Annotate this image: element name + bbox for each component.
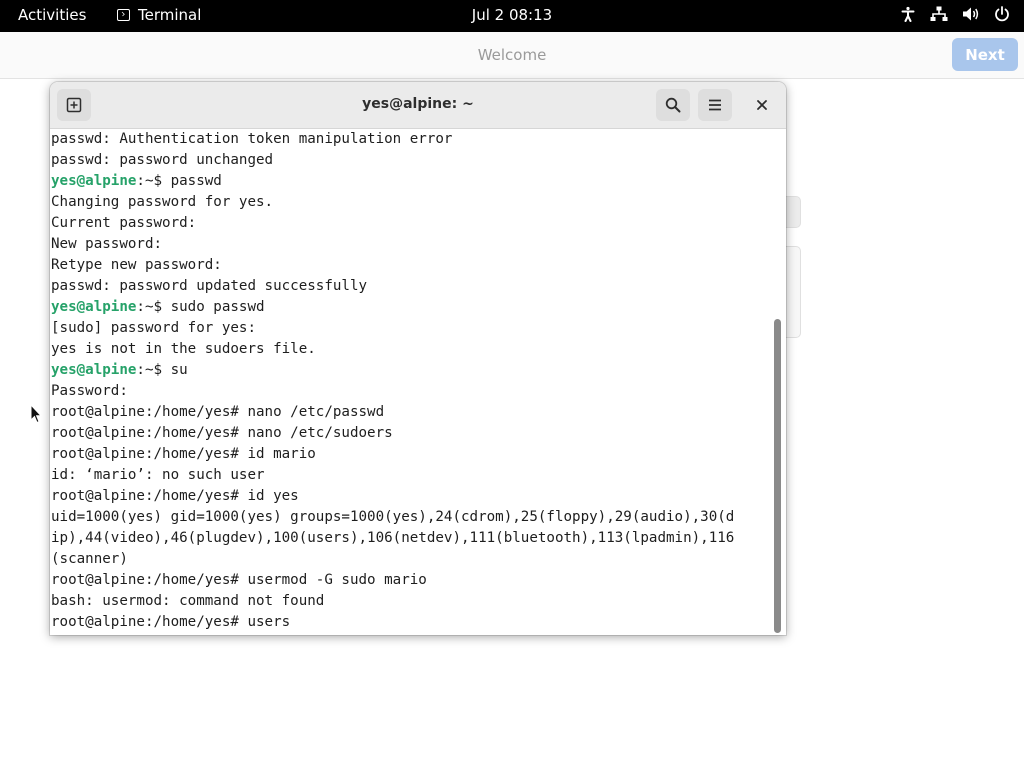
terminal-line: root@alpine:/home/yes# users xyxy=(51,612,771,633)
terminal-line: (scanner) xyxy=(51,549,771,570)
close-icon xyxy=(757,100,767,110)
search-button[interactable] xyxy=(656,89,690,121)
search-icon xyxy=(665,97,681,113)
terminal-line-text: Current password: xyxy=(51,215,197,231)
accessibility-icon[interactable] xyxy=(900,6,916,22)
terminal-line-text: New password: xyxy=(51,236,163,252)
terminal-line-text: :~$ su xyxy=(136,362,188,378)
terminal-line-text: passwd: password updated successfully xyxy=(51,278,368,294)
terminal-line: root@alpine:/home/yes# id yes xyxy=(51,486,771,507)
prompt-user-host: yes@alpine xyxy=(51,173,137,189)
terminal-line-text: id: ‘mario’: no such user xyxy=(51,467,265,483)
terminal-scrollbar[interactable] xyxy=(774,319,781,633)
terminal-line: id: ‘mario’: no such user xyxy=(51,465,771,486)
terminal-line: passwd: Authentication token manipulatio… xyxy=(51,129,771,150)
new-tab-button[interactable] xyxy=(57,89,91,121)
network-icon[interactable] xyxy=(930,6,948,22)
welcome-header: Welcome Next xyxy=(0,32,1024,79)
terminal-line-text: root@alpine:/home/yes# id yes xyxy=(51,488,299,504)
terminal-line: root@alpine:/home/yes# nano /etc/sudoers xyxy=(51,423,771,444)
terminal-line: root@alpine:/home/yes# nano /etc/passwd xyxy=(51,402,771,423)
welcome-title: Welcome xyxy=(477,46,547,64)
prompt-user-host: yes@alpine xyxy=(51,362,137,378)
terminal-line-text: :~$ passwd xyxy=(136,173,222,189)
terminal-line-text: root@alpine:/home/yes# users xyxy=(51,614,291,630)
terminal-line: passwd: password updated successfully xyxy=(51,276,771,297)
terminal-line-text: bash: usermod: command not found xyxy=(51,593,325,609)
app-name: Terminal xyxy=(138,6,202,24)
next-button[interactable]: Next xyxy=(952,38,1018,71)
terminal-window[interactable]: yes@alpine: ~ passwd: Authentication tok… xyxy=(50,82,786,635)
terminal-line: Retype new password: xyxy=(51,255,771,276)
mouse-pointer-icon xyxy=(30,404,42,424)
terminal-icon xyxy=(117,9,130,21)
terminal-line: Password: xyxy=(51,381,771,402)
terminal-headerbar[interactable]: yes@alpine: ~ xyxy=(50,82,786,129)
terminal-line: yes is not in the sudoers file. xyxy=(51,339,771,360)
terminal-line-text: root@alpine:/home/yes# usermod -G sudo m… xyxy=(51,572,427,588)
menu-button[interactable] xyxy=(698,89,732,121)
terminal-line: Changing password for yes. xyxy=(51,192,771,213)
terminal-line: yes@alpine:~$ passwd xyxy=(51,171,771,192)
terminal-line: yes@alpine:~$ su xyxy=(51,360,771,381)
terminal-line: yes@alpine:~$ sudo passwd xyxy=(51,297,771,318)
system-tray[interactable] xyxy=(900,6,1010,22)
terminal-line: uid=1000(yes) gid=1000(yes) groups=1000(… xyxy=(51,507,771,528)
welcome-field-edge xyxy=(786,196,801,228)
hamburger-menu-icon xyxy=(709,99,721,111)
terminal-line-text: passwd: Authentication token manipulatio… xyxy=(51,131,453,147)
terminal-line: bash: usermod: command not found xyxy=(51,591,771,612)
terminal-line-text: (scanner) xyxy=(51,551,128,567)
terminal-line: root@alpine:/home/yes# usermod -G sudo m… xyxy=(51,570,771,591)
volume-icon[interactable] xyxy=(962,6,980,22)
terminal-line-text: root@alpine:/home/yes# nano /etc/passwd xyxy=(51,404,385,420)
terminal-line-text: Retype new password: xyxy=(51,257,222,273)
top-bar: Activities Terminal Jul 2 08:13 xyxy=(0,0,1024,32)
activities-button[interactable]: Activities xyxy=(18,6,86,24)
terminal-line: [sudo] password for yes: xyxy=(51,318,771,339)
terminal-line-text: ip),44(video),46(plugdev),100(users),106… xyxy=(51,530,735,546)
close-button[interactable] xyxy=(745,89,779,121)
terminal-line-text: [sudo] password for yes: xyxy=(51,320,256,336)
terminal-line-text: uid=1000(yes) gid=1000(yes) groups=1000(… xyxy=(51,509,735,525)
terminal-line-text: root@alpine:/home/yes# nano /etc/sudoers xyxy=(51,425,393,441)
terminal-line-text: root@alpine:/home/yes# id mario xyxy=(51,446,316,462)
new-tab-icon xyxy=(66,97,82,113)
terminal-line: ip),44(video),46(plugdev),100(users),106… xyxy=(51,528,771,549)
terminal-line: Current password: xyxy=(51,213,771,234)
terminal-line-text: yes is not in the sudoers file. xyxy=(51,341,316,357)
terminal-line: New password: xyxy=(51,234,771,255)
terminal-line-text: passwd: password unchanged xyxy=(51,152,274,168)
terminal-output[interactable]: passwd: Authentication token manipulatio… xyxy=(51,129,771,635)
terminal-line: passwd: password unchanged xyxy=(51,150,771,171)
terminal-line: root@alpine:/home/yes# id mario xyxy=(51,444,771,465)
prompt-user-host: yes@alpine xyxy=(51,299,137,315)
terminal-line-text: Password: xyxy=(51,383,128,399)
terminal-line-text: :~$ sudo passwd xyxy=(136,299,265,315)
app-menu[interactable]: Terminal xyxy=(117,6,201,24)
welcome-panel-edge xyxy=(786,246,801,338)
terminal-line-text: Changing password for yes. xyxy=(51,194,274,210)
power-icon[interactable] xyxy=(994,6,1010,22)
